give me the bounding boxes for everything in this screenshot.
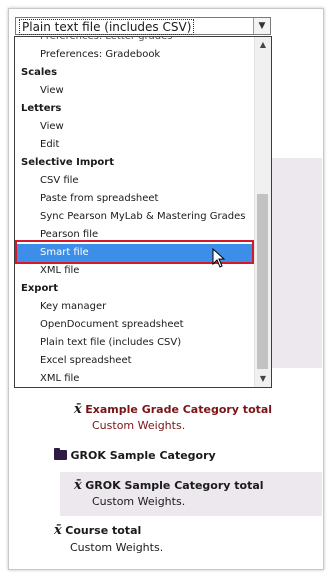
example-total-sub: Custom Weights. — [92, 419, 186, 432]
option-item[interactable]: OpenDocument spreadsheet — [15, 316, 271, 334]
option-item[interactable]: CSV file — [15, 172, 271, 190]
grok-total-title: GROK Sample Category total — [85, 479, 264, 492]
option-item[interactable]: Excel spreadsheet — [15, 352, 271, 370]
option-item[interactable]: XML file — [15, 262, 271, 280]
option-group-label: Selective Import — [21, 157, 114, 168]
chevron-down-icon[interactable]: ▼ — [253, 18, 270, 34]
chevron-down-icon[interactable]: ▼ — [255, 371, 271, 387]
grok-total-row: x̄ GROK Sample Category total — [74, 478, 264, 493]
mean-icon: x̄ — [74, 478, 82, 493]
grok-total-sub: Custom Weights. — [92, 495, 186, 508]
example-total-title: Example Grade Category total — [85, 403, 273, 416]
format-select[interactable]: Plain text file (includes CSV) ▼ — [15, 17, 271, 35]
chevron-up-icon[interactable]: ▲ — [255, 37, 271, 53]
option-group-label: Scales — [21, 67, 58, 78]
option-item[interactable]: Key manager — [15, 298, 271, 316]
option-group-label: Letters — [21, 103, 62, 114]
option-item[interactable]: XML file — [15, 370, 271, 387]
scrollbar-thumb[interactable] — [257, 194, 268, 369]
mouse-cursor-icon — [212, 248, 226, 268]
option-item[interactable]: Plain text file (includes CSV) — [15, 334, 271, 352]
course-total-title: Course total — [65, 524, 142, 537]
option-item[interactable]: View — [15, 82, 271, 100]
mean-icon: x̄ — [74, 402, 82, 417]
select-value: Plain text file (includes CSV) — [19, 19, 195, 35]
grok-category-row[interactable]: GROK Sample Category — [54, 448, 216, 462]
dropdown-scrollbar[interactable]: ▲ ▼ — [254, 37, 271, 387]
option-item[interactable]: Paste from spreadsheet — [15, 190, 271, 208]
example-category-total-row: x̄ Example Grade Category total — [74, 402, 272, 417]
option-clipped[interactable]: Preferences: Letter grades — [15, 37, 271, 46]
course-total-row: x̄ Course total — [54, 523, 141, 538]
option-item[interactable]: Edit — [15, 136, 271, 154]
format-dropdown-list[interactable]: Preferences: Letter grades Preferences: … — [14, 36, 272, 388]
mean-icon: x̄ — [54, 523, 62, 538]
course-total-sub: Custom Weights. — [70, 541, 164, 554]
grok-category-title: GROK Sample Category — [70, 449, 216, 462]
folder-icon — [54, 448, 67, 460]
option-item[interactable]: View — [15, 118, 271, 136]
option-item[interactable]: Preferences: Gradebook — [15, 46, 271, 64]
option-group-label: Export — [21, 283, 59, 294]
option-item[interactable]: Sync Pearson MyLab & Mastering Grades — [15, 208, 271, 226]
